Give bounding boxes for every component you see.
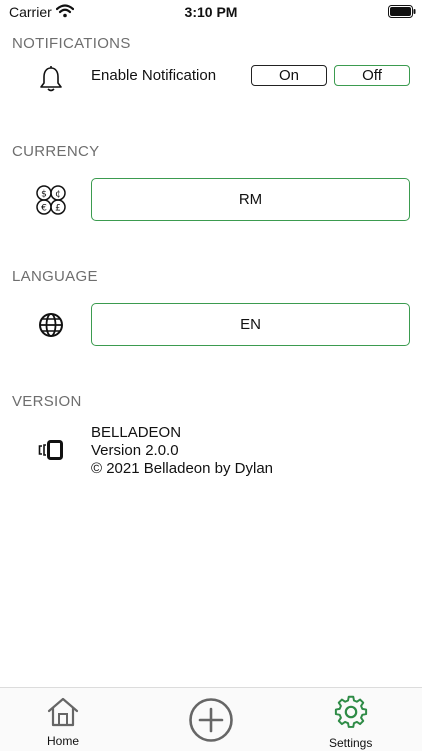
clock: 3:10 PM bbox=[184, 4, 238, 20]
language-selector[interactable]: EN bbox=[91, 303, 410, 346]
notification-off-button[interactable]: Off bbox=[334, 65, 410, 86]
tab-home-label: Home bbox=[46, 734, 79, 748]
notifications-section-title: NOTIFICATIONS bbox=[12, 35, 131, 52]
svg-text:$: $ bbox=[41, 190, 47, 200]
svg-text:€: € bbox=[41, 204, 47, 214]
device-icon bbox=[37, 440, 65, 465]
add-button[interactable] bbox=[188, 697, 234, 748]
notification-on-button[interactable]: On bbox=[251, 65, 327, 86]
home-icon bbox=[46, 696, 80, 733]
currency-section-title: CURRENCY bbox=[12, 143, 100, 160]
enable-notification-label: Enable Notification bbox=[91, 67, 217, 84]
globe-icon bbox=[38, 312, 64, 343]
copyright-text: © 2021 Belladeon by Dylan bbox=[91, 460, 274, 477]
version-section-title: VERSION bbox=[12, 393, 82, 410]
add-circle-icon bbox=[188, 697, 234, 748]
tab-settings[interactable]: Settings bbox=[329, 694, 372, 750]
version-number: Version 2.0.0 bbox=[91, 442, 179, 459]
status-bar: Carrier 3:10 PM bbox=[0, 0, 422, 24]
gear-icon bbox=[333, 694, 369, 735]
app-name: BELLADEON bbox=[91, 424, 182, 441]
currency-exchange-icon: $ ¢ € £ bbox=[34, 184, 68, 221]
battery-icon bbox=[388, 5, 416, 23]
svg-text:¢: ¢ bbox=[55, 190, 61, 200]
svg-text:£: £ bbox=[55, 204, 61, 214]
tab-home[interactable]: Home bbox=[46, 696, 80, 748]
language-value: EN bbox=[240, 316, 261, 333]
currency-selector[interactable]: RM bbox=[91, 178, 410, 221]
tab-bar: Home Settings bbox=[0, 687, 422, 751]
bell-icon bbox=[38, 65, 64, 98]
currency-value: RM bbox=[238, 191, 263, 208]
tab-settings-label: Settings bbox=[329, 736, 373, 750]
language-section-title: LANGUAGE bbox=[12, 268, 98, 285]
